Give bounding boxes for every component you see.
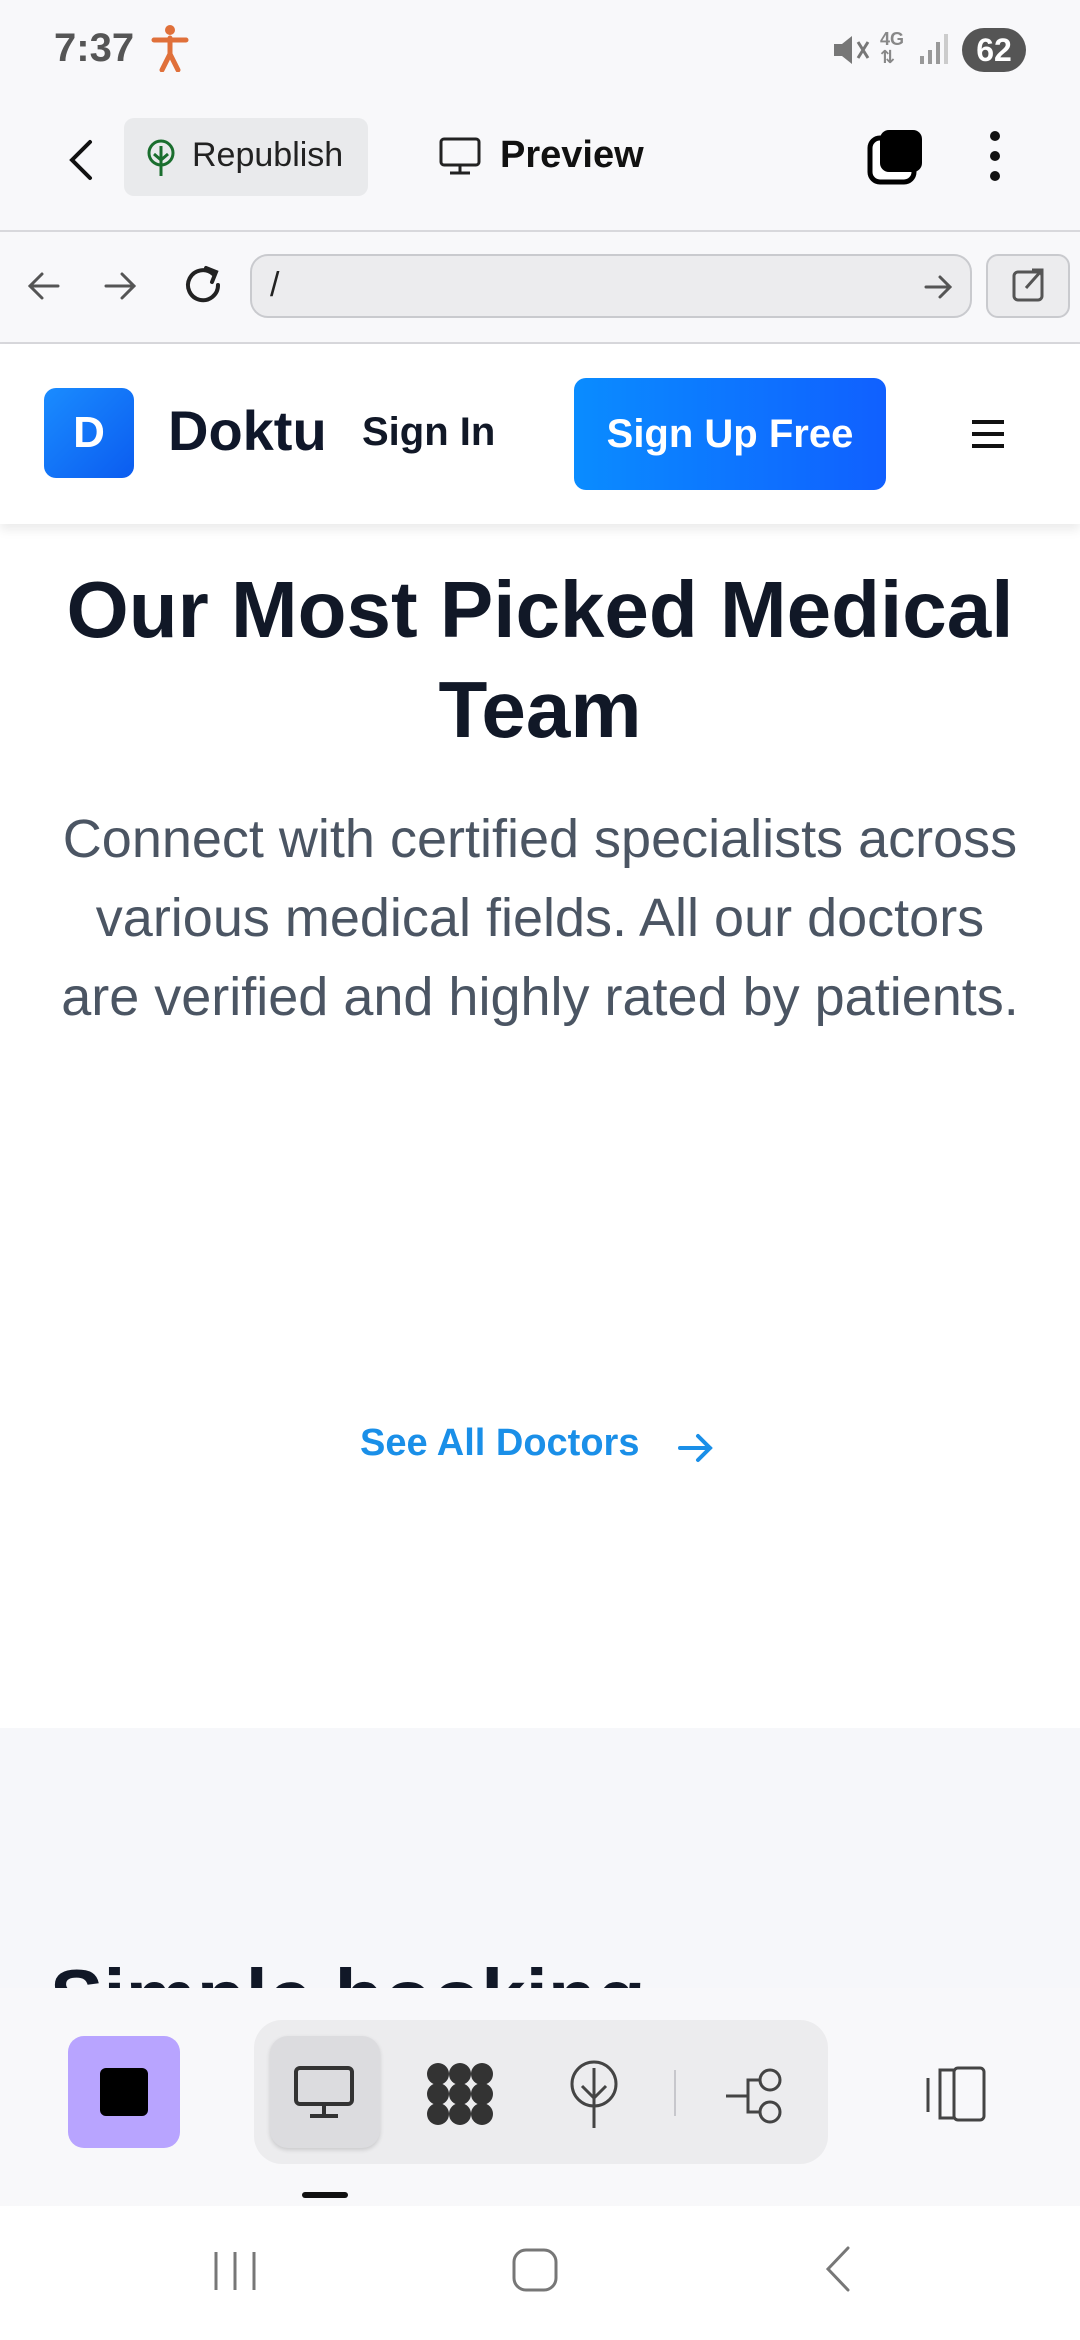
status-time: 7:37 <box>54 26 135 70</box>
republish-label: Republish <box>192 136 344 174</box>
recents-icon[interactable] <box>210 2246 260 2301</box>
publish-tree-icon <box>144 138 178 183</box>
url-input[interactable] <box>250 254 972 318</box>
url-text: / <box>270 266 280 304</box>
home-icon[interactable] <box>510 2244 560 2299</box>
more-vert-icon[interactable] <box>980 126 1010 191</box>
section-description: Connect with certified specialists acros… <box>61 809 1019 1027</box>
signin-link[interactable]: Sign In <box>362 410 495 455</box>
toolbar-divider <box>674 2070 676 2116</box>
site-header <box>0 344 1080 524</box>
back-icon[interactable] <box>818 2244 858 2299</box>
mute-icon <box>830 32 870 73</box>
brand-name[interactable]: Doktu <box>168 398 327 463</box>
section-headline: Our Most Picked Medical Team <box>66 565 1014 754</box>
publish-icon[interactable] <box>566 2058 622 2135</box>
go-arrow-icon[interactable] <box>922 270 956 309</box>
tabs-icon[interactable] <box>866 128 924 191</box>
battery-indicator: 62 <box>962 28 1026 72</box>
reload-icon[interactable] <box>180 262 226 313</box>
accessibility-icon <box>150 24 190 77</box>
open-external-icon[interactable] <box>986 254 1070 318</box>
flow-icon[interactable] <box>724 2066 788 2131</box>
blocks-icon[interactable] <box>424 2060 496 2133</box>
nav-back-icon[interactable] <box>24 266 64 311</box>
arrow-right-icon[interactable] <box>676 1428 716 1473</box>
network-type: 4G ⇅ <box>880 29 905 67</box>
nav-forward-icon[interactable] <box>100 266 140 311</box>
stop-icon <box>100 2068 148 2116</box>
back-arrow-icon[interactable] <box>56 130 104 190</box>
see-all-doctors-link[interactable]: See All Doctors <box>360 1422 639 1465</box>
hamburger-menu-icon[interactable] <box>970 418 1006 455</box>
signal-icon <box>918 30 950 71</box>
desktop-icon <box>292 2064 356 2125</box>
active-mode-indicator <box>302 2192 348 2198</box>
preview-button[interactable]: Preview <box>500 134 644 177</box>
signup-button[interactable]: Sign Up Free <box>574 378 886 490</box>
preview-monitor-icon[interactable] <box>438 136 482 181</box>
panel-icon[interactable] <box>922 2064 990 2129</box>
brand-logo[interactable]: D <box>44 388 134 478</box>
next-section <box>0 1728 1080 1988</box>
